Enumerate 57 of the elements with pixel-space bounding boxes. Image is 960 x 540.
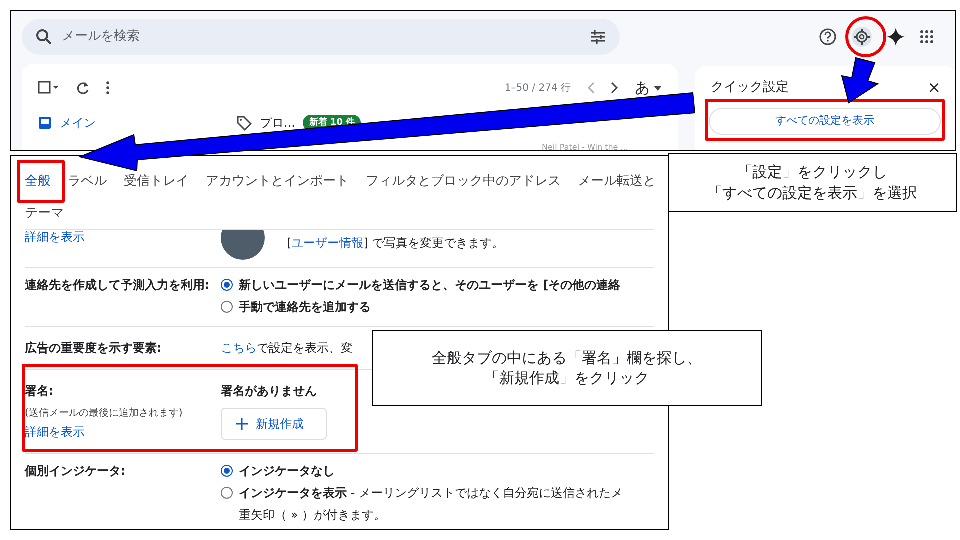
tag-icon [236,115,252,131]
chevron-right-icon[interactable] [611,82,619,94]
search-icon [36,29,52,45]
apps-grid-icon[interactable] [919,29,935,45]
settings-tab[interactable]: 全般 [25,166,51,198]
radio-button[interactable] [221,279,233,291]
settings-tab[interactable]: 受信トレイ [124,166,189,198]
sparkle-icon[interactable] [887,28,905,46]
details-link[interactable]: 詳細を表示 [25,230,221,267]
category-tab[interactable]: メイン [38,114,188,132]
search-field[interactable]: メールを検索 [22,19,620,55]
settings-tab[interactable]: フィルタとブロック中のアドレス [366,166,561,198]
settings-tab[interactable]: ラベル [68,166,107,198]
input-mode-button[interactable]: あ [635,76,662,100]
settings-tab[interactable]: テーマ [25,198,64,229]
signature-status: 署名がありません [221,383,318,400]
panel-title: クイック設定 [711,79,789,98]
radio-button[interactable] [221,301,233,313]
radio-button[interactable] [221,487,233,499]
checkbox-icon[interactable] [38,81,60,95]
setting-label: 個別インジケータ: [25,463,127,480]
option-description: 重矢印（ » ）が付きます。 [238,507,387,524]
setting-label: 署名: [25,383,55,400]
user-info-link[interactable]: ユーザー情報 [292,236,364,250]
inbox-icon [38,116,52,130]
sender-preview: Neil Patel - Win the ... [542,142,628,150]
view-all-settings-button[interactable]: すべての設定を表示 [709,108,941,134]
setting-label: 広告の重要度を示す要素: [25,340,163,357]
callout-text: 全般タブの中にある「署名」欄を探し、 [432,348,702,368]
photo-note: [ユーザー情報] で写真を変更できます。 [287,235,504,252]
setting-text: こちら で設定を表示、変 [221,340,353,357]
refresh-icon[interactable] [76,81,90,95]
callout-text: 「すべての設定を表示」を選択 [708,182,918,203]
details-link[interactable]: 詳細を表示 [25,423,85,441]
help-icon[interactable] [819,28,837,46]
highlight-frame [17,160,65,203]
radio-button[interactable] [221,465,233,477]
setting-sublabel: (送信メールの最後に追加されます) [25,406,184,421]
settings-tab[interactable]: メール転送と [578,166,656,198]
here-link[interactable]: こちら [221,341,257,355]
close-button[interactable]: × [928,76,941,100]
option-label: インジケータを表示 - メーリングリストではなく自分宛に送信されたメ [239,485,623,502]
setting-label: 連絡先を作成して予測入力を利用: [25,277,211,294]
callout-text: 「新規作成」をクリック [484,368,650,388]
option-label: 手動で連絡先を追加する [239,299,371,316]
highlight-circle [846,16,886,58]
pointer-arrow [841,57,880,104]
option-label: 新しいユーザーにメールを送信すると、そのユーザーを [その他の連絡 [239,277,621,294]
filter-icon[interactable] [590,30,606,44]
option-label: インジケータなし [239,463,335,480]
plus-icon [236,418,248,430]
create-new-button[interactable]: 新規作成 [221,408,327,440]
settings-tab[interactable]: アカウントとインポート [206,166,349,198]
pagination-text: 1–50 / 274 行 [504,82,571,96]
settings-icon[interactable] [851,26,873,48]
callout-text: 「設定」をクリックし [738,162,888,182]
more-icon[interactable] [106,81,110,95]
